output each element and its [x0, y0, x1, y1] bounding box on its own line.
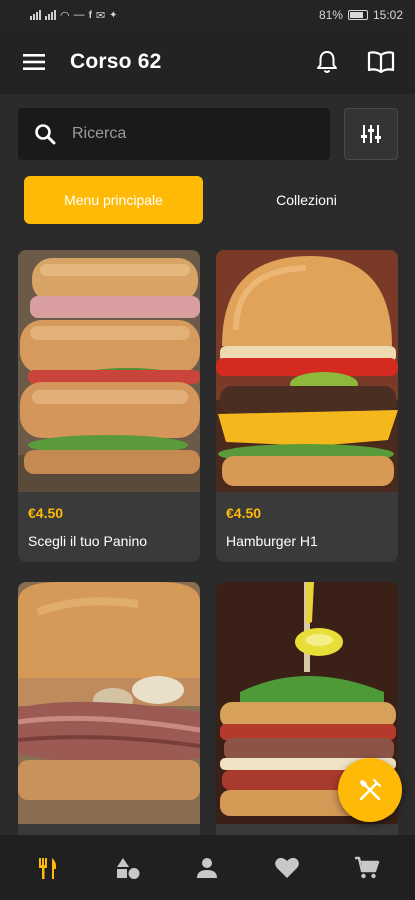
wifi-icon: ◠ [60, 9, 70, 22]
clock: 15:02 [372, 8, 403, 22]
product-price: €4.50 [226, 505, 262, 521]
product-card[interactable]: €4.50 Scegli il tuo Panino [18, 250, 200, 562]
signal-icon [30, 10, 41, 20]
battery-icon [347, 10, 368, 20]
bottom-navigation [0, 835, 415, 900]
filter-button[interactable] [344, 108, 398, 160]
dash-icon: — [73, 9, 85, 21]
open-book-icon [367, 51, 395, 74]
search-box[interactable] [18, 108, 330, 160]
cart-icon [355, 856, 380, 878]
product-name: Hamburger H1 [226, 533, 318, 549]
twitter-icon: ✦ [109, 9, 118, 21]
app-bar: Corso 62 [0, 30, 415, 94]
shapes-icon [116, 857, 140, 879]
product-card[interactable]: €4.50 Hamburger H1 [216, 250, 398, 562]
bell-icon [317, 51, 337, 73]
menu-button[interactable] [18, 46, 50, 78]
category-tabs: Menu principale Collezioni [24, 176, 396, 224]
nav-menu[interactable] [23, 843, 73, 893]
nav-cart[interactable] [342, 843, 392, 893]
status-icons: ◠ — f ✉ ✦ [30, 9, 118, 22]
battery-percent: 81% [318, 8, 343, 22]
roast-beef-sandwich-image [18, 582, 200, 824]
search-row [18, 108, 398, 160]
nav-profile[interactable] [182, 843, 232, 893]
tab-collezioni[interactable]: Collezioni [217, 176, 396, 224]
notifications-button[interactable] [311, 46, 343, 78]
sliders-icon [361, 125, 381, 143]
product-card[interactable] [18, 582, 200, 842]
cheeseburger-image [216, 250, 398, 492]
baguette-sandwich-image [18, 250, 200, 492]
tab-menu-principale[interactable]: Menu principale [24, 176, 203, 224]
person-icon [197, 857, 218, 878]
product-price: €4.50 [28, 505, 64, 521]
signal-2-icon [45, 10, 56, 20]
product-name: Scegli il tuo Panino [28, 533, 148, 549]
facebook-icon: f [88, 9, 92, 21]
mail-icon: ✉ [95, 9, 106, 22]
hamburger-menu-icon [23, 54, 45, 70]
nav-favorites[interactable] [262, 843, 312, 893]
fork-knife-icon [38, 857, 57, 879]
menu-book-button[interactable] [365, 46, 397, 78]
page-title: Corso 62 [70, 50, 162, 73]
nav-categories[interactable] [103, 843, 153, 893]
heart-icon [275, 857, 300, 878]
restaurant-fab[interactable] [338, 758, 402, 822]
search-icon [35, 124, 56, 145]
search-input[interactable] [72, 125, 272, 143]
status-bar: ◠ — f ✉ ✦ 81% 15:02 [0, 0, 415, 30]
crossed-utensils-icon [359, 779, 381, 801]
